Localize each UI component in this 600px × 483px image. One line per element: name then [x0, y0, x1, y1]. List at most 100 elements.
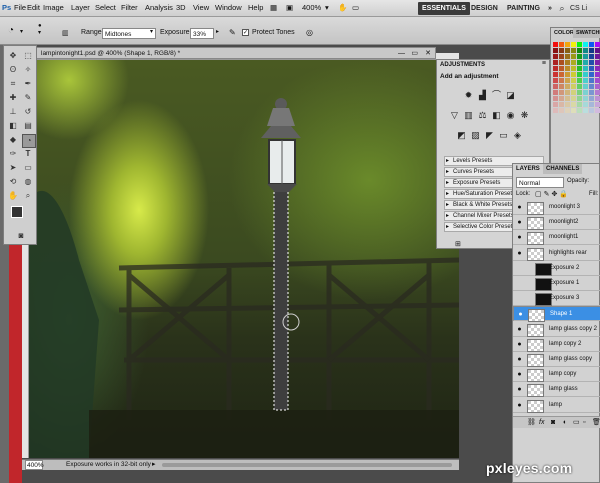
minibridge-icon[interactable]: ▣: [286, 3, 293, 12]
swatch[interactable]: [589, 78, 594, 83]
hand-mini-icon[interactable]: ✋: [338, 3, 347, 12]
history-brush-icon[interactable]: ↺: [22, 106, 34, 118]
swatch[interactable]: [553, 54, 558, 59]
eye-icon[interactable]: ●: [515, 249, 524, 258]
swatch[interactable]: [571, 66, 576, 71]
brush-size-icon[interactable]: ● ▾: [38, 23, 42, 37]
path-select-icon[interactable]: ➤: [7, 162, 19, 174]
brush-panel-icon[interactable]: ▥: [62, 29, 69, 37]
pen-tool-icon[interactable]: ✑: [7, 148, 19, 160]
layer-row[interactable]: ● moonlight 3: [513, 200, 600, 215]
swatch[interactable]: [589, 48, 594, 53]
swatch[interactable]: [565, 90, 570, 95]
threshold-icon[interactable]: ◤: [484, 130, 495, 141]
swatch[interactable]: [559, 72, 564, 77]
swatch[interactable]: [583, 54, 588, 59]
swatch[interactable]: [565, 66, 570, 71]
swatch[interactable]: [589, 66, 594, 71]
type-tool-icon[interactable]: T: [22, 148, 34, 160]
swatch[interactable]: [553, 60, 558, 65]
quick-select-icon[interactable]: ✧: [22, 64, 34, 76]
3d-rotate-icon[interactable]: ⟲: [7, 176, 19, 188]
swatch[interactable]: [571, 42, 576, 47]
swatch[interactable]: [571, 102, 576, 107]
swatch[interactable]: [595, 84, 600, 89]
swatch[interactable]: [565, 102, 570, 107]
eye-icon[interactable]: ●: [515, 233, 524, 242]
exposure-icon[interactable]: ◪: [505, 90, 516, 101]
move-tool-icon[interactable]: ✥: [7, 50, 19, 62]
swatch[interactable]: [595, 60, 600, 65]
dodge-tool-icon[interactable]: ◔: [8, 25, 14, 36]
swatch[interactable]: [577, 102, 582, 107]
eye-icon[interactable]: ●: [515, 340, 524, 349]
swatch[interactable]: [559, 54, 564, 59]
mask-icon[interactable]: ◙: [551, 417, 555, 429]
swatch[interactable]: [583, 96, 588, 101]
dodge-tool-icon[interactable]: ◔: [22, 134, 36, 148]
gradient-map-icon[interactable]: ▭: [498, 130, 509, 141]
eye-icon[interactable]: ●: [515, 355, 524, 364]
photo-filter-icon[interactable]: ◉: [505, 110, 516, 121]
swatch[interactable]: [583, 108, 588, 113]
fx-icon[interactable]: fx: [539, 417, 544, 429]
swatch[interactable]: [553, 96, 558, 101]
zoom-tool-icon[interactable]: ⌕: [22, 190, 34, 202]
swatch[interactable]: [595, 90, 600, 95]
blur-tool-icon[interactable]: ◆: [7, 134, 19, 146]
swatch[interactable]: [595, 66, 600, 71]
swatch[interactable]: [589, 102, 594, 107]
swatch[interactable]: [583, 102, 588, 107]
swatch[interactable]: [571, 84, 576, 89]
layer-row[interactable]: ● lamp glass copy: [513, 352, 600, 367]
swatch[interactable]: [559, 48, 564, 53]
swatch[interactable]: [559, 102, 564, 107]
protect-tones-checkbox[interactable]: ✓: [242, 29, 249, 36]
layer-row[interactable]: ● moonlight1: [513, 230, 600, 246]
stamp-tool-icon[interactable]: ⊥: [7, 106, 19, 118]
menu-image[interactable]: Image: [43, 3, 64, 12]
layer-row[interactable]: ● lamp glass copy 2: [513, 322, 600, 337]
horizontal-scrollbar[interactable]: [162, 463, 452, 467]
swatch[interactable]: [559, 78, 564, 83]
arrange-icon[interactable]: ▾: [325, 3, 329, 12]
status-menu-arrow-icon[interactable]: ▸: [152, 460, 156, 470]
eyedropper-icon[interactable]: ✒: [22, 78, 34, 90]
swatch[interactable]: [571, 72, 576, 77]
menu-window[interactable]: Window: [215, 3, 242, 12]
selective-color-icon[interactable]: ◈: [512, 130, 523, 141]
marquee-tool-icon[interactable]: ⬚: [22, 50, 34, 62]
menu-filter[interactable]: Filter: [121, 3, 138, 12]
swatch[interactable]: [565, 54, 570, 59]
trash-icon[interactable]: 🗑: [592, 417, 600, 429]
vibrance-icon[interactable]: ▽: [449, 110, 460, 121]
close-icon[interactable]: ✕: [425, 48, 431, 59]
swatch[interactable]: [559, 108, 564, 113]
swatch[interactable]: [589, 54, 594, 59]
swatch[interactable]: [559, 96, 564, 101]
swatch[interactable]: [583, 60, 588, 65]
blend-mode-select[interactable]: Normal: [516, 177, 564, 188]
swatch[interactable]: [577, 60, 582, 65]
swatch[interactable]: [559, 42, 564, 47]
menu-file[interactable]: File: [14, 3, 26, 12]
swatch[interactable]: [589, 60, 594, 65]
foreground-color[interactable]: [11, 206, 23, 218]
swatch[interactable]: [571, 60, 576, 65]
airbrush-icon[interactable]: ✎: [229, 28, 236, 37]
swatch[interactable]: [577, 66, 582, 71]
menu-layer[interactable]: Layer: [71, 3, 90, 12]
swatch[interactable]: [595, 96, 600, 101]
swatch[interactable]: [553, 90, 558, 95]
shape-tool-icon[interactable]: ▭: [22, 162, 34, 174]
swatch[interactable]: [559, 60, 564, 65]
minimize-icon[interactable]: —: [398, 48, 405, 59]
layer-row[interactable]: ● lamp glass: [513, 382, 600, 398]
workspace-essentials[interactable]: ESSENTIALS: [418, 2, 470, 15]
layer-row[interactable]: Exposure 2: [513, 261, 600, 276]
layer-row[interactable]: Exposure 3: [513, 291, 600, 307]
swatch[interactable]: [577, 96, 582, 101]
screen-mode-icon[interactable]: ▭: [352, 3, 359, 12]
layer-row[interactable]: ● lamp copy: [513, 367, 600, 383]
swatch[interactable]: [553, 48, 558, 53]
